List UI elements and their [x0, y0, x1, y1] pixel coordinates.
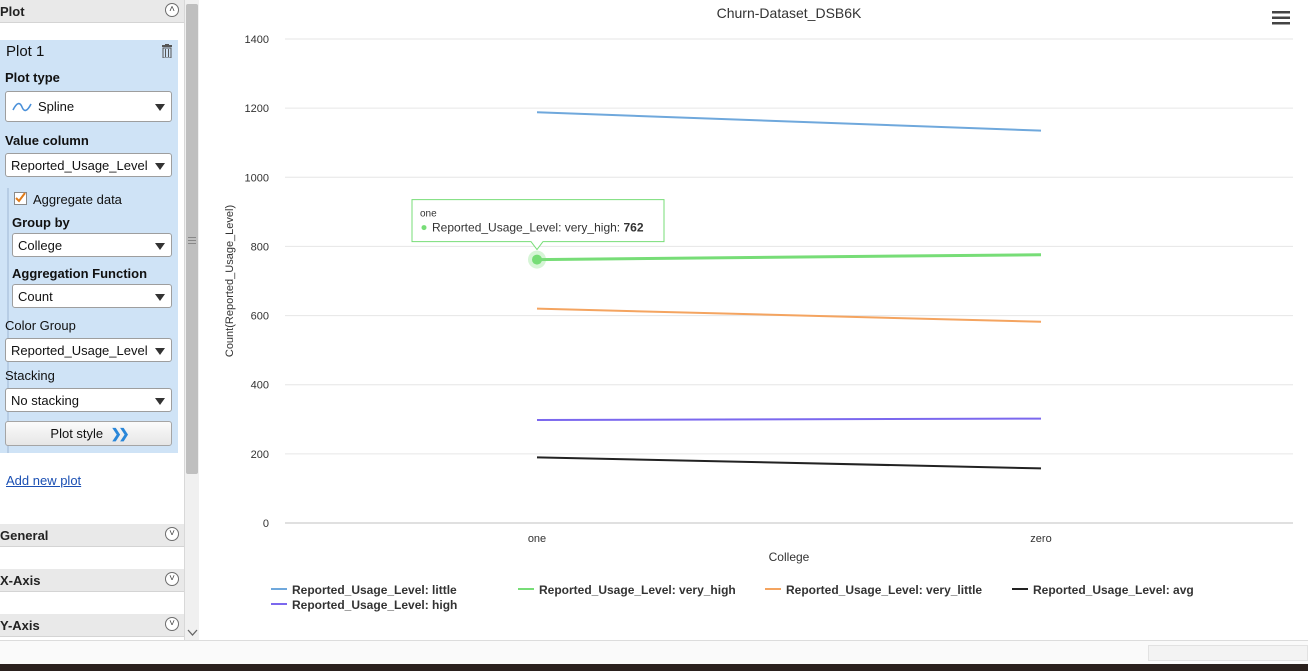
dropdown-arrow-icon [155, 104, 165, 111]
chart-legend: Reported_Usage_Level: little Reported_Usa… [271, 583, 1194, 612]
plot-style-label: Plot style [50, 426, 104, 441]
y-tick-label: 400 [251, 380, 269, 392]
y-tick-label: 200 [251, 449, 269, 461]
chart-grid [285, 38, 1293, 524]
y-tick-label: 800 [251, 241, 269, 253]
series-line-4[interactable] [536, 417, 1042, 421]
dropdown-arrow-icon [155, 294, 165, 301]
x-tick-label: one [528, 533, 546, 545]
y-tick-label: 1000 [245, 172, 269, 184]
x-axis-ticks: one zero [528, 533, 1052, 545]
expand-icon[interactable]: ˅ [165, 617, 179, 631]
series-line-1[interactable] [536, 253, 1042, 262]
scroll-down-arrow-icon[interactable] [186, 627, 199, 637]
x-axis-section-header[interactable]: X-Axis ˅ [0, 569, 184, 592]
status-bar [0, 640, 1308, 664]
trash-icon[interactable] [162, 44, 172, 58]
y-axis-title: Count(Reported_Usage_Level) [224, 205, 236, 357]
chart-series [528, 111, 1042, 470]
x-axis-title: College [769, 550, 810, 564]
value-column-value: Reported_Usage_Level [11, 158, 148, 173]
tooltip-separator: : [617, 221, 624, 235]
general-section-header[interactable]: General ˅ [0, 524, 184, 547]
group-by-select[interactable]: College [12, 233, 172, 257]
add-new-plot-link[interactable]: Add new plot [6, 473, 81, 488]
y-axis-ticks: 0 200 400 600 800 1000 1200 1400 [245, 34, 269, 530]
group-by-value: College [18, 238, 63, 253]
y-tick-label: 1400 [245, 34, 269, 46]
stacking-label: Stacking [5, 368, 55, 383]
stacking-value: No stacking [11, 393, 79, 408]
plot-section-header[interactable]: Plot ˄ [0, 0, 184, 23]
legend-item-label[interactable]: Reported_Usage_Level: little [292, 583, 457, 597]
plot-section-label: Plot [0, 4, 25, 19]
aggregation-function-select[interactable]: Count [12, 284, 172, 308]
legend-item-label[interactable]: Reported_Usage_Level: very_little [786, 583, 982, 597]
aggregation-function-value: Count [18, 289, 53, 304]
dropdown-arrow-icon [155, 243, 165, 250]
y-axis-section-header[interactable]: Y-Axis ˅ [0, 614, 184, 637]
chart-tooltip: one Reported_Usage_Level: very_high: 762 [411, 199, 665, 251]
plot-style-button[interactable]: Plot style ❯❯ [5, 421, 172, 446]
series-line-0[interactable] [536, 111, 1042, 132]
hover-point[interactable] [532, 254, 542, 265]
checkmark-icon [15, 192, 26, 203]
color-group-value: Reported_Usage_Level [11, 343, 148, 358]
scrollbar-thumb[interactable] [186, 4, 198, 474]
collapse-icon[interactable]: ˄ [165, 3, 179, 17]
chart: 0 200 400 600 800 1000 1200 1400 one zero Churn-… [224, 5, 1293, 612]
tooltip-value: Reported_Usage_Level: very_high: 762 [432, 221, 644, 235]
expand-icon[interactable]: ˅ [165, 527, 179, 541]
y-tick-label: 1200 [245, 103, 269, 115]
tooltip-value-number: 762 [623, 221, 643, 235]
value-column-label: Value column [5, 133, 89, 148]
plot-type-select[interactable]: Spline [5, 91, 172, 122]
aggregation-function-label: Aggregation Function [12, 266, 148, 281]
spline-icon [12, 102, 32, 112]
double-chevron-right-icon: ❯❯ [110, 426, 130, 441]
plot-title: Plot 1 [6, 43, 45, 60]
menu-icon[interactable] [1272, 11, 1290, 25]
x-tick-label: zero [1030, 533, 1051, 545]
window-bottom-strip [0, 664, 1308, 671]
tooltip-series-name: Reported_Usage_Level: very_high [432, 221, 617, 235]
y-tick-label: 0 [263, 518, 269, 530]
legend-item-label[interactable]: Reported_Usage_Level: high [292, 598, 457, 612]
status-field [1148, 645, 1308, 661]
legend-item-label[interactable]: Reported_Usage_Level: avg [1033, 583, 1194, 597]
chart-title: Churn-Dataset_DSB6K [717, 5, 862, 21]
group-by-label: Group by [12, 215, 70, 230]
y-axis-section-label: Y-Axis [0, 618, 40, 633]
stacking-select[interactable]: No stacking [5, 388, 172, 412]
plot-1-panel: Plot 1 Plot type Spline Value column Rep… [0, 40, 178, 453]
color-group-label: Color Group [5, 318, 76, 333]
panel-scrollbar[interactable] [184, 0, 199, 640]
plot-type-value: Spline [38, 99, 75, 114]
aggregate-checkbox[interactable] [14, 192, 27, 205]
expand-icon[interactable]: ˅ [165, 572, 179, 586]
aggregate-label: Aggregate data [33, 192, 122, 207]
x-axis-section-label: X-Axis [0, 573, 41, 588]
tooltip-category: one [420, 209, 437, 220]
series-line-3[interactable] [536, 456, 1042, 470]
dropdown-arrow-icon [155, 163, 165, 170]
general-section-label: General [0, 528, 49, 543]
legend-item-label[interactable]: Reported_Usage_Level: very_high [539, 583, 736, 597]
color-group-select[interactable]: Reported_Usage_Level [5, 338, 172, 362]
plot-type-label: Plot type [5, 70, 60, 85]
dropdown-arrow-icon [155, 398, 165, 405]
tooltip-series-dot [421, 225, 427, 231]
dropdown-arrow-icon [155, 348, 165, 355]
value-column-select[interactable]: Reported_Usage_Level [5, 153, 172, 177]
settings-panel: Plot ˄ Plot 1 Plot type Spline Value col… [0, 0, 184, 640]
y-tick-label: 600 [251, 311, 269, 323]
